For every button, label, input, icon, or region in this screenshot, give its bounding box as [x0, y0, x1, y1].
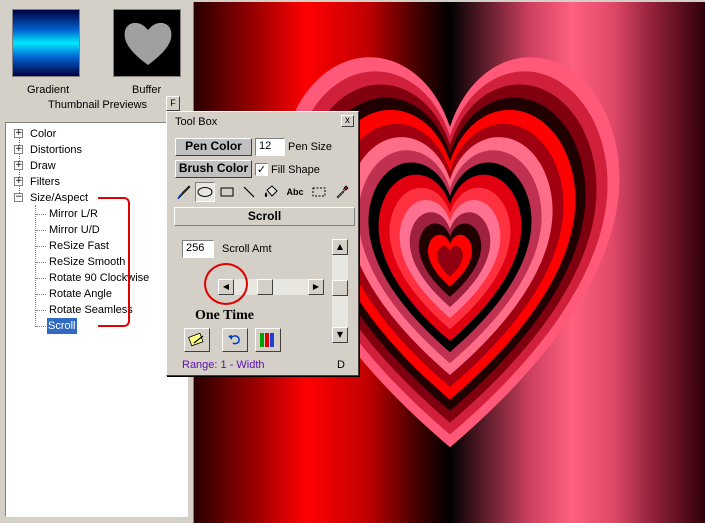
tree-guide — [36, 294, 46, 295]
scroll-down-icon[interactable]: ▼ — [332, 327, 348, 343]
undo-icon — [228, 335, 240, 345]
tree-guide — [36, 262, 46, 263]
toolbox-window: Tool Box x Pen Color 12 Pen Size Brush C… — [166, 111, 359, 376]
thumbnail-toggle-button[interactable]: F — [166, 96, 180, 111]
tree-guide — [36, 230, 46, 231]
scroll-up-icon[interactable]: ▲ — [332, 239, 348, 255]
tree-item-label: Distortions — [30, 144, 82, 156]
text-tool-icon[interactable]: Abc — [283, 182, 307, 202]
tree-guide — [36, 214, 46, 215]
tree-item-mirror-ud[interactable]: Mirror U/D — [49, 222, 100, 238]
tree-item-mirror-lr[interactable]: Mirror L/R — [49, 206, 98, 222]
thumbnail-previews-panel: Gradient Buffer Thumbnail Previews F — [0, 0, 190, 122]
effects-tree: + Color + Distortions + Draw + Filters −… — [5, 122, 188, 517]
one-time-label: One Time — [195, 308, 254, 323]
tree-guide — [36, 326, 46, 327]
pen-size-label: Pen Size — [288, 141, 333, 153]
tree-item-label: Draw — [30, 160, 56, 172]
scrollbar-thumb[interactable] — [332, 280, 348, 296]
tree-item-scroll[interactable]: Scroll — [47, 318, 77, 334]
range-hint: Range: 1 - Width — [182, 359, 265, 371]
fill-bucket-icon[interactable] — [261, 182, 281, 202]
expand-icon[interactable]: + — [14, 129, 23, 138]
pen-color-button[interactable]: Pen Color — [175, 138, 252, 156]
close-icon[interactable]: x — [341, 115, 354, 127]
scroll-amount-input[interactable]: 256 — [182, 240, 214, 258]
thumbnail-previews-label: Thumbnail Previews — [48, 99, 148, 111]
rectangle-icon[interactable] — [217, 182, 237, 202]
colors-button[interactable] — [255, 328, 281, 352]
tree-item-label: Size/Aspect — [30, 192, 89, 204]
pen-size-input[interactable]: 12 — [255, 138, 285, 156]
gradient-thumbnail[interactable] — [12, 9, 80, 77]
tree-item-label: Filters — [30, 176, 60, 188]
gradient-label: Gradient — [27, 84, 70, 96]
fill-shape-checkbox[interactable]: ✓ — [255, 163, 268, 176]
toolbox-title: Tool Box — [175, 116, 218, 128]
ellipse-icon[interactable] — [195, 182, 215, 202]
eyedropper-icon[interactable] — [332, 182, 352, 202]
tree-item-label: Color — [30, 128, 57, 140]
drawing-tools: Abc — [174, 182, 355, 202]
toolbox-titlebar[interactable]: Tool Box — [169, 114, 356, 130]
tree-guide — [36, 310, 46, 311]
buffer-label: Buffer — [132, 84, 162, 96]
line-icon[interactable] — [239, 182, 259, 202]
slider-thumb[interactable] — [257, 279, 273, 295]
scroll-amount-label: Scroll Amt — [222, 243, 272, 255]
tree-guide — [35, 205, 36, 327]
buffer-thumbnail[interactable] — [113, 9, 181, 77]
color-bars-icon — [260, 333, 274, 347]
expand-icon[interactable]: + — [14, 145, 23, 154]
annotation-circle — [204, 263, 248, 305]
select-rect-icon[interactable] — [309, 182, 329, 202]
brush-color-button[interactable]: Brush Color — [175, 160, 252, 178]
apply-button[interactable] — [184, 328, 210, 352]
tree-guide — [36, 246, 46, 247]
collapse-icon[interactable]: − — [14, 193, 23, 202]
annotation-bracket — [98, 197, 130, 327]
tree-guide — [36, 278, 46, 279]
toolbox-corner-label: D — [337, 359, 345, 371]
brush-icon[interactable] — [174, 182, 194, 202]
heart-icon — [124, 22, 172, 65]
options-vertical-scrollbar[interactable]: ▲ ▼ — [332, 239, 348, 343]
scroll-right-icon[interactable]: ▶ — [308, 279, 324, 295]
scroll-section-header: Scroll — [174, 207, 355, 226]
apply-icon — [188, 332, 204, 347]
undo-button[interactable] — [222, 328, 248, 352]
expand-icon[interactable]: + — [14, 161, 23, 170]
fill-shape-label: Fill Shape — [271, 164, 320, 176]
expand-icon[interactable]: + — [14, 177, 23, 186]
